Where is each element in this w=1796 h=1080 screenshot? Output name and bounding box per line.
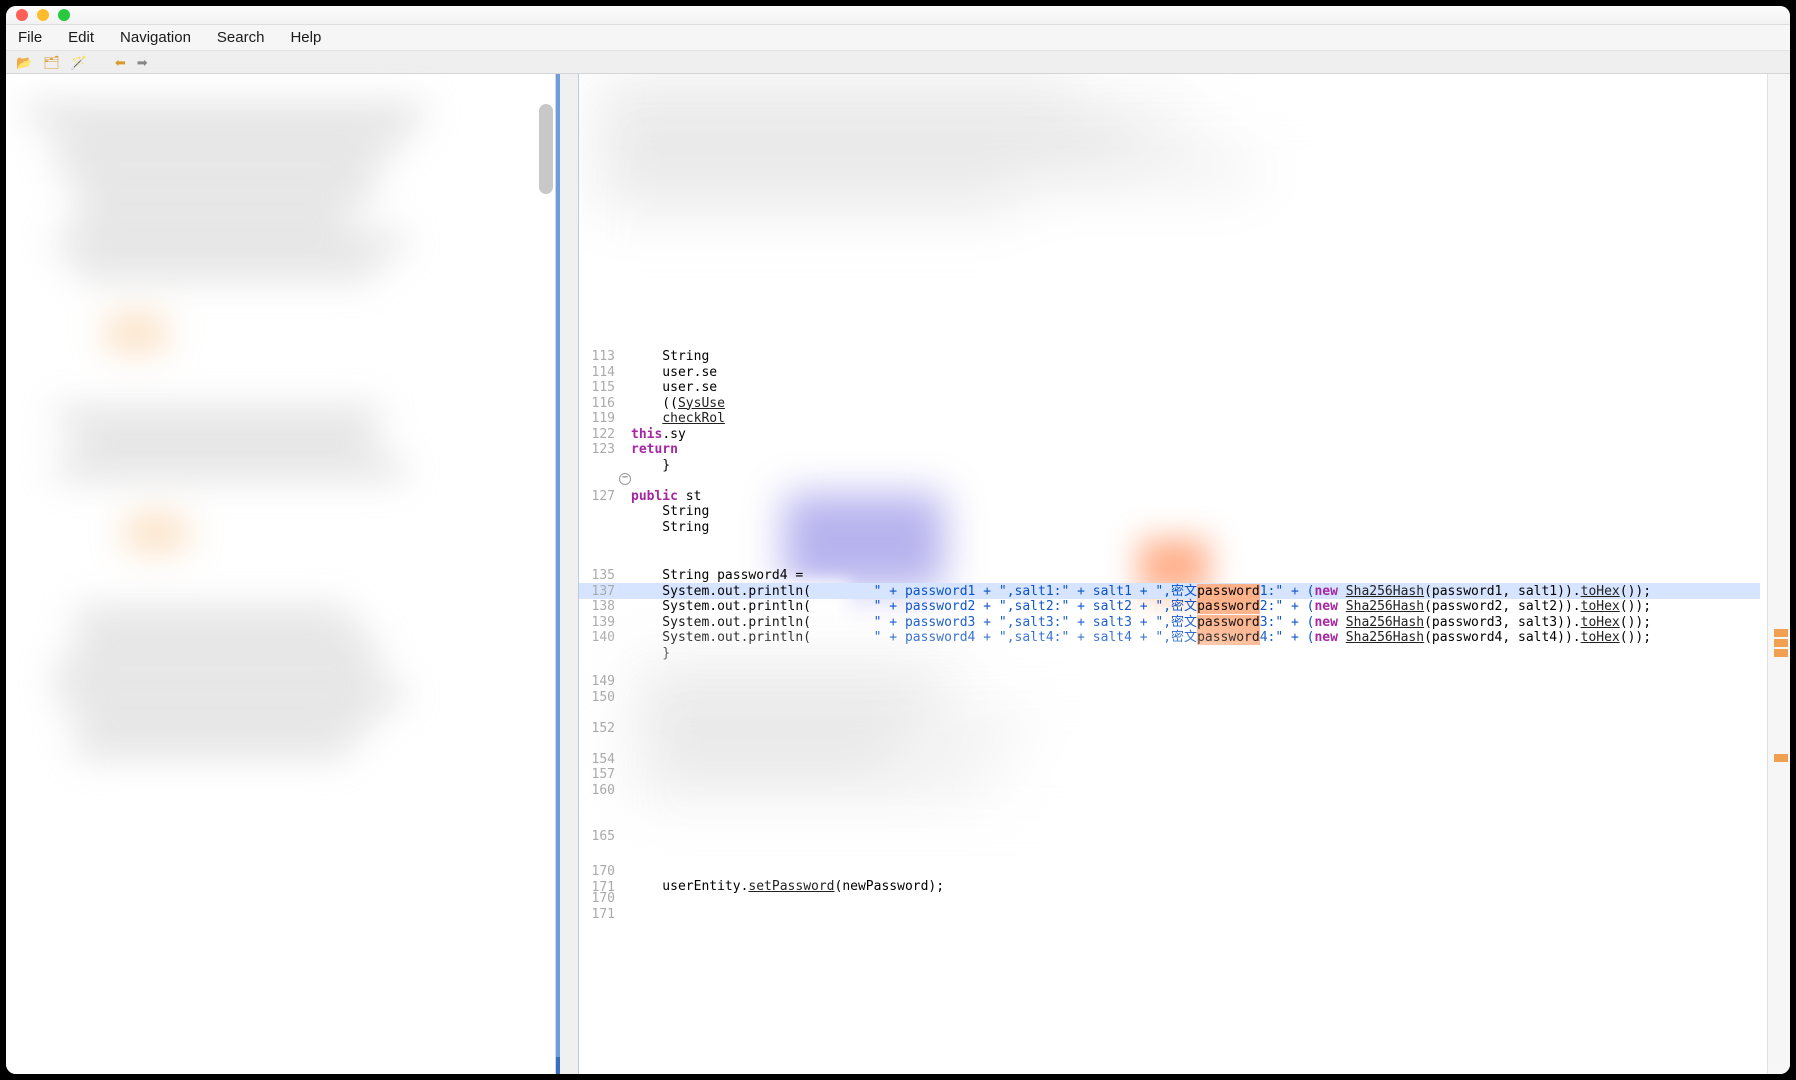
project-explorer[interactable] bbox=[6, 74, 556, 1074]
editor-ruler bbox=[556, 74, 579, 1074]
blurred-code-lower bbox=[619, 659, 1259, 859]
back-icon[interactable]: ⬅ bbox=[115, 56, 126, 69]
menu-navigation[interactable]: Navigation bbox=[120, 29, 191, 46]
menubar: File Edit Navigation Search Help bbox=[6, 25, 1790, 51]
code-clear: String password4 = System.out.println( "… bbox=[631, 568, 1760, 661]
toolbar: 📂 🗂 🪄 ⬅ ➡ bbox=[6, 51, 1790, 74]
wand-icon[interactable]: 🪄 bbox=[71, 56, 87, 69]
zoom-icon[interactable] bbox=[58, 9, 70, 21]
marker-icon[interactable] bbox=[1774, 649, 1788, 657]
blurred-code-top bbox=[579, 74, 1760, 344]
line-number-bottom: 170171 bbox=[579, 864, 619, 895]
workspace: 113114115116119122123127 String user.se … bbox=[6, 74, 1790, 1074]
menu-search[interactable]: Search bbox=[217, 29, 265, 46]
sidebar-scrollbar[interactable] bbox=[539, 104, 553, 194]
forward-icon[interactable]: ➡ bbox=[137, 56, 148, 69]
line-numbers: 113114115116119122123127 bbox=[579, 349, 619, 535]
marker-icon[interactable] bbox=[1774, 629, 1788, 637]
line-numbers-clear: 135137138139140 bbox=[579, 568, 619, 661]
minimize-icon[interactable] bbox=[37, 9, 49, 21]
project-tree-blurred bbox=[26, 96, 525, 1055]
open-icon[interactable]: 📂 bbox=[16, 56, 32, 69]
project-icon[interactable]: 🗂 bbox=[43, 56, 60, 69]
menu-help[interactable]: Help bbox=[290, 29, 321, 46]
menu-edit[interactable]: Edit bbox=[68, 29, 94, 46]
overview-ruler[interactable] bbox=[1767, 74, 1790, 1074]
titlebar bbox=[6, 6, 1790, 25]
code-editor[interactable]: 113114115116119122123127 String user.se … bbox=[579, 74, 1790, 1074]
app-window: File Edit Navigation Search Help 📂 🗂 🪄 ⬅… bbox=[6, 6, 1790, 1074]
code-bottom: userEntity.setPassword(newPassword); bbox=[631, 879, 1760, 895]
close-icon[interactable] bbox=[16, 9, 28, 21]
fold-toggle-icon[interactable] bbox=[619, 473, 631, 485]
marker-icon[interactable] bbox=[1774, 639, 1788, 647]
menu-file[interactable]: File bbox=[18, 29, 42, 46]
marker-icon[interactable] bbox=[1774, 754, 1788, 762]
watermark: CSDN @10xdev bbox=[1696, 1060, 1784, 1074]
